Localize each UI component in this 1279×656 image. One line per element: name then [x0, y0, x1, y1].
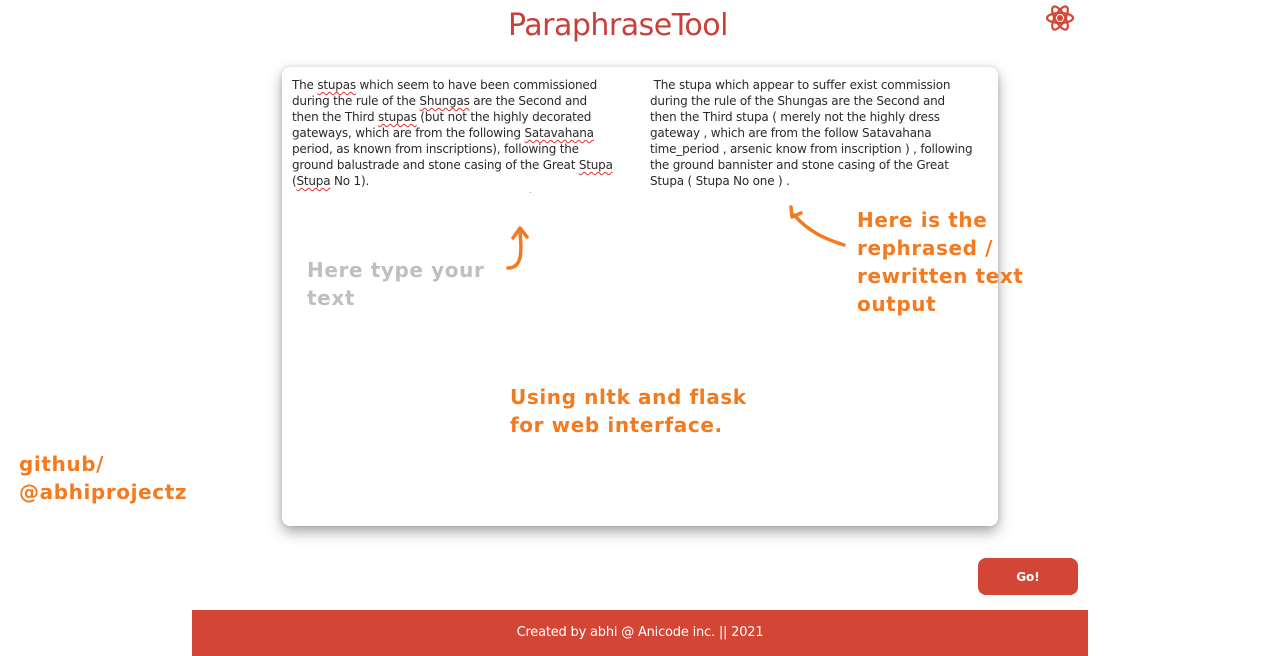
- footer: Created by abhi @ Anicode inc. || 2021: [192, 610, 1088, 656]
- atom-icon[interactable]: [1044, 2, 1076, 34]
- misspelled-word: Satavahana: [524, 126, 594, 140]
- footer-text: Created by abhi @ Anicode inc. || 2021: [516, 625, 764, 640]
- tech-note-line: for web interface.: [510, 413, 723, 437]
- app-page: ParaphraseTool The stupas which seem to …: [0, 0, 1279, 656]
- go-button[interactable]: Go!: [978, 558, 1078, 595]
- input-hint-line: text: [307, 286, 355, 310]
- arrow-to-input-icon: [506, 226, 529, 270]
- input-text-segment: The: [292, 78, 318, 92]
- tech-note: Using nltk and flask for web interface.: [510, 383, 747, 439]
- github-note-line: github/: [19, 452, 105, 476]
- misspelled-word: stupas: [317, 78, 356, 92]
- output-hint-line: output: [857, 292, 937, 316]
- input-text-segment: No 1).: [330, 174, 370, 188]
- cursor-dot: [530, 192, 531, 193]
- input-hint: Here type your text: [307, 256, 484, 312]
- arrow-to-output-icon: [789, 205, 846, 247]
- misspelled-word: Stupa: [578, 158, 613, 172]
- misspelled-word: Shungas: [419, 94, 470, 108]
- github-note: github/ @abhiprojectz: [19, 450, 187, 506]
- output-text: The stupa which appear to suffer exist c…: [650, 78, 973, 188]
- output-hint-line: rewritten text: [857, 264, 1024, 288]
- output-hint-line: rephrased /: [857, 236, 993, 260]
- input-hint-line: Here type your: [307, 258, 485, 282]
- output-hint: Here is the rephrased / rewritten text o…: [857, 206, 1024, 318]
- output-hint-line: Here is the: [857, 208, 988, 232]
- misspelled-word: Stupa: [296, 174, 331, 188]
- tech-note-line: Using nltk and flask: [510, 385, 747, 409]
- input-text-segment: period, as known from inscriptions), fol…: [292, 142, 579, 172]
- misspelled-word: stupas: [378, 110, 417, 124]
- github-note-line: @abhiprojectz: [19, 480, 188, 504]
